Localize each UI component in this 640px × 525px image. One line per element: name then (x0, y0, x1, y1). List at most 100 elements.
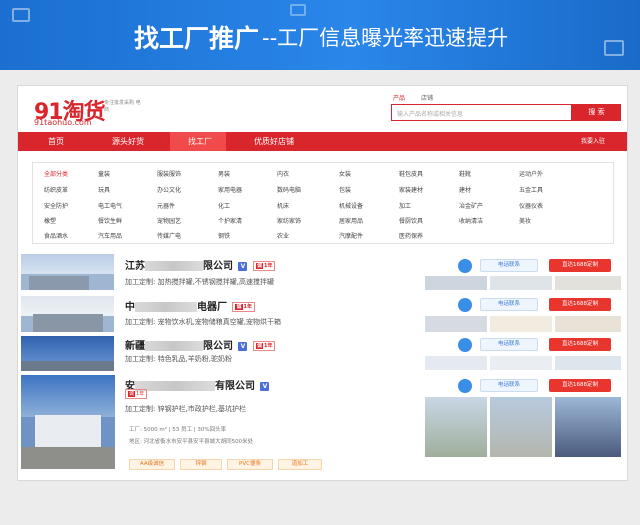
product-thumb[interactable] (555, 276, 621, 290)
product-thumb[interactable] (490, 356, 552, 370)
category-item[interactable]: 宠物园艺 (157, 216, 181, 225)
factory-tag[interactable]: 锌钢 (180, 459, 222, 470)
category-item[interactable]: 机床 (277, 201, 289, 210)
category-item[interactable]: 服装服饰 (157, 169, 181, 178)
phone-contact-button[interactable]: 电话联系 (480, 379, 538, 392)
phone-contact-button[interactable]: 电话联系 (480, 338, 538, 351)
chat-icon[interactable] (458, 379, 472, 393)
category-item[interactable]: 运动户外 (519, 169, 543, 178)
category-item[interactable]: 家装建材 (399, 185, 423, 194)
category-item[interactable]: 全部分类 (44, 169, 68, 178)
category-item[interactable]: 家用电器 (218, 185, 242, 194)
category-item[interactable]: 包装 (339, 185, 351, 194)
site-logo[interactable]: 91淘货 91taohuo.com (34, 94, 106, 127)
category-item[interactable]: 家纺家饰 (277, 216, 301, 225)
category-item[interactable]: 数码电脑 (277, 185, 301, 194)
product-thumb[interactable] (425, 356, 487, 370)
search-button[interactable]: 搜 索 (572, 104, 621, 121)
product-thumb[interactable] (490, 276, 552, 290)
category-item[interactable]: 餐饮生鲜 (98, 216, 122, 225)
category-item[interactable]: 美妆 (519, 216, 531, 225)
visit-1688-button[interactable]: 直达1688定制 (549, 259, 611, 272)
category-item[interactable]: 汽车用品 (98, 231, 122, 240)
company-name[interactable]: 中电器厂 诚 1年 (125, 298, 255, 313)
verified-icon: V (260, 381, 270, 391)
company-name[interactable]: 新疆 限公司 V 诚 1年 (125, 337, 276, 352)
nav-item-quality-shops[interactable]: 优质好店铺 (254, 132, 314, 151)
category-item[interactable]: 办公文化 (157, 185, 181, 194)
search-input[interactable]: 输入产品名称或相关信息 (391, 104, 572, 121)
monitor-icon (604, 40, 624, 56)
category-item[interactable]: 机械设备 (339, 201, 363, 210)
category-item[interactable]: 居家用品 (339, 216, 363, 225)
company-name[interactable]: 江苏 限公司 V 诚 1年 (125, 257, 276, 272)
category-item[interactable]: 电工电气 (98, 201, 122, 210)
category-item[interactable]: 鞋靴 (459, 169, 471, 178)
visit-1688-button[interactable]: 直达1688定制 (549, 379, 611, 392)
listing-row[interactable]: 江苏 限公司 V 诚 1年 加工定制: 加热搅拌罐,不锈钢搅拌罐,高速搅拌罐 电话联… (21, 254, 624, 292)
monitor-icon (12, 8, 30, 22)
factory-photo[interactable] (21, 296, 114, 332)
chat-icon[interactable] (458, 338, 472, 352)
category-item[interactable]: 玩具 (98, 185, 110, 194)
search-tab-shop[interactable]: 店铺 (421, 95, 433, 102)
monitor-icon (290, 4, 306, 16)
product-thumb[interactable] (425, 276, 487, 290)
category-item[interactable]: 安全防护 (44, 201, 68, 210)
product-thumb[interactable] (555, 356, 621, 370)
search-tab-product[interactable]: 产品 (393, 95, 405, 102)
factory-tag[interactable]: 道加工 (278, 459, 322, 470)
category-item[interactable]: 农业 (277, 231, 289, 240)
category-item[interactable]: 汽摩配件 (339, 231, 363, 240)
category-item[interactable]: 元器件 (157, 201, 175, 210)
nav-item-source[interactable]: 源头好货 (112, 132, 162, 151)
banner-title: 找工厂推广 (134, 24, 260, 53)
category-item[interactable]: 化工 (218, 201, 230, 210)
product-thumb[interactable] (425, 397, 487, 457)
category-item[interactable]: 收纳清洁 (459, 216, 483, 225)
category-item[interactable]: 餐厨饮具 (399, 216, 423, 225)
visit-1688-button[interactable]: 直达1688定制 (549, 338, 611, 351)
factory-photo[interactable] (21, 254, 114, 290)
category-item[interactable]: 钢铁 (218, 231, 230, 240)
category-item[interactable]: 五金工具 (519, 185, 543, 194)
listing-row[interactable]: 安有限公司 V 诚 1年 加工定制: 锌钢护栏,市政护栏,基坑护栏 工厂: 500… (21, 375, 624, 479)
category-item[interactable]: 医药保养 (399, 231, 423, 240)
category-item[interactable]: 鞋包皮具 (399, 169, 423, 178)
category-item[interactable]: 传媒广电 (157, 231, 181, 240)
join-link[interactable]: 我要入驻 (581, 132, 605, 151)
category-item[interactable]: 食品酒水 (44, 231, 68, 240)
chat-icon[interactable] (458, 298, 472, 312)
product-thumb[interactable] (555, 316, 621, 332)
factory-photo[interactable] (21, 375, 115, 469)
logo-domain: 91taohuo.com (34, 118, 92, 127)
category-item[interactable]: 加工 (399, 201, 411, 210)
category-item[interactable]: 女装 (339, 169, 351, 178)
product-thumb[interactable] (490, 397, 552, 457)
product-thumb[interactable] (555, 397, 621, 457)
factory-photo[interactable] (21, 336, 114, 371)
category-item[interactable]: 纺织皮革 (44, 185, 68, 194)
category-item[interactable]: 个护家清 (218, 216, 242, 225)
category-item[interactable]: 橡塑 (44, 216, 56, 225)
category-item[interactable]: 内衣 (277, 169, 289, 178)
listing-row[interactable]: 中电器厂 诚 1年 加工定制: 宠物饮水机,宠物储粮真空罐,宠物烘干箱 电话联系 … (21, 294, 624, 336)
nav-item-home[interactable]: 首页 (48, 132, 88, 151)
product-thumb[interactable] (490, 316, 552, 332)
factory-tag[interactable]: AA级诚信 (129, 459, 175, 470)
category-item[interactable]: 童装 (98, 169, 110, 178)
main-nav: 首页 源头好货 找工厂 优质好店铺 我要入驻 (18, 132, 627, 151)
category-item[interactable]: 男装 (218, 169, 230, 178)
nav-item-find-factory[interactable]: 找工厂 (170, 132, 226, 151)
category-item[interactable]: 冶金矿产 (459, 201, 483, 210)
category-item[interactable]: 建材 (459, 185, 471, 194)
visit-1688-button[interactable]: 直达1688定制 (549, 298, 611, 311)
product-thumb[interactable] (425, 316, 487, 332)
listing-row[interactable]: 新疆 限公司 V 诚 1年 加工定制: 特色乳品,羊奶粉,驼奶粉 电话联系 直达16… (21, 336, 624, 374)
factory-tag[interactable]: PVC便条 (227, 459, 273, 470)
chat-icon[interactable] (458, 259, 472, 273)
category-item[interactable]: 仪器仪表 (519, 201, 543, 210)
phone-contact-button[interactable]: 电话联系 (480, 259, 538, 272)
category-panel: 全部分类 童装 服装服饰 男装 内衣 女装 鞋包皮具 鞋靴 运动户外纺织皮革 玩具 办公文化 家用电器… (32, 162, 614, 244)
phone-contact-button[interactable]: 电话联系 (480, 298, 538, 311)
